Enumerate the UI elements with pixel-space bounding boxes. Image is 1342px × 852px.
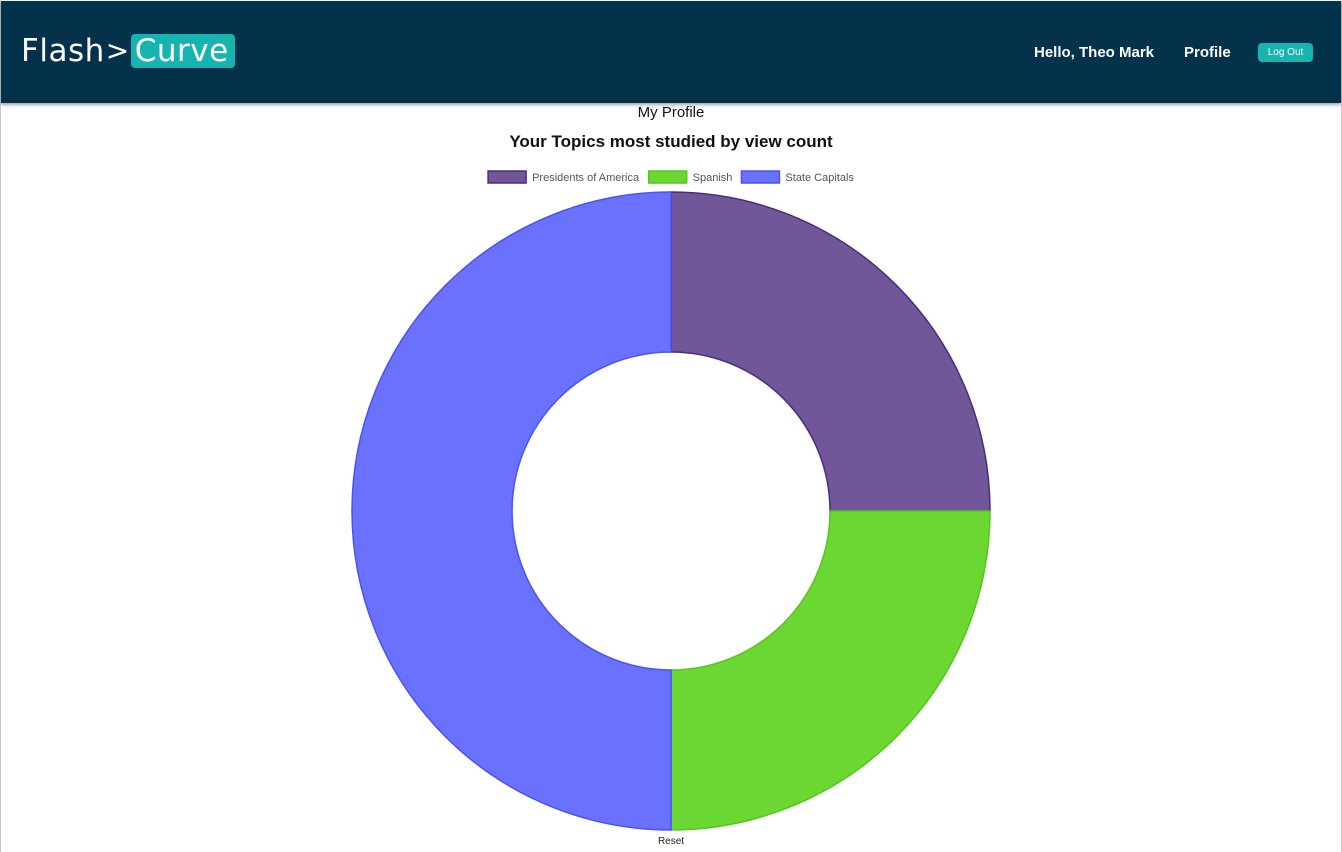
legend-swatch[interactable] xyxy=(487,170,527,184)
chart-slices xyxy=(351,191,991,831)
user-greeting: Hello, Theo Mark xyxy=(1034,44,1155,61)
logo-text-curve: Curve xyxy=(130,34,235,68)
flashcurve-logo[interactable]: Flash > Curve xyxy=(21,34,235,68)
legend-label[interactable]: State Capitals xyxy=(785,172,854,184)
legend-label[interactable]: Spanish xyxy=(693,172,733,184)
legend-label[interactable]: Presidents of America xyxy=(532,172,640,184)
logo-arrow-icon: > xyxy=(105,34,130,67)
legend-swatch[interactable] xyxy=(647,170,688,184)
logout-button[interactable]: Log Out xyxy=(1258,43,1313,62)
slice-spanish[interactable] xyxy=(670,510,991,831)
topics-doughnut-chart: Your Topics most studied by view count P… xyxy=(351,132,991,831)
logo-text-flash: Flash xyxy=(21,33,105,69)
reset-button[interactable]: Reset xyxy=(650,834,692,849)
chart-legend: Presidents of America Spanish State Capita… xyxy=(487,170,854,184)
profile-link[interactable]: Profile xyxy=(1184,44,1231,61)
chart-title: Your Topics most studied by view count xyxy=(509,132,833,151)
legend-swatch[interactable] xyxy=(740,170,781,184)
slice-presidents-of-america[interactable] xyxy=(670,191,991,512)
slice-state-capitals[interactable] xyxy=(351,191,672,831)
top-navbar: Flash > Curve Hello, Theo Mark Profile L… xyxy=(1,1,1341,103)
